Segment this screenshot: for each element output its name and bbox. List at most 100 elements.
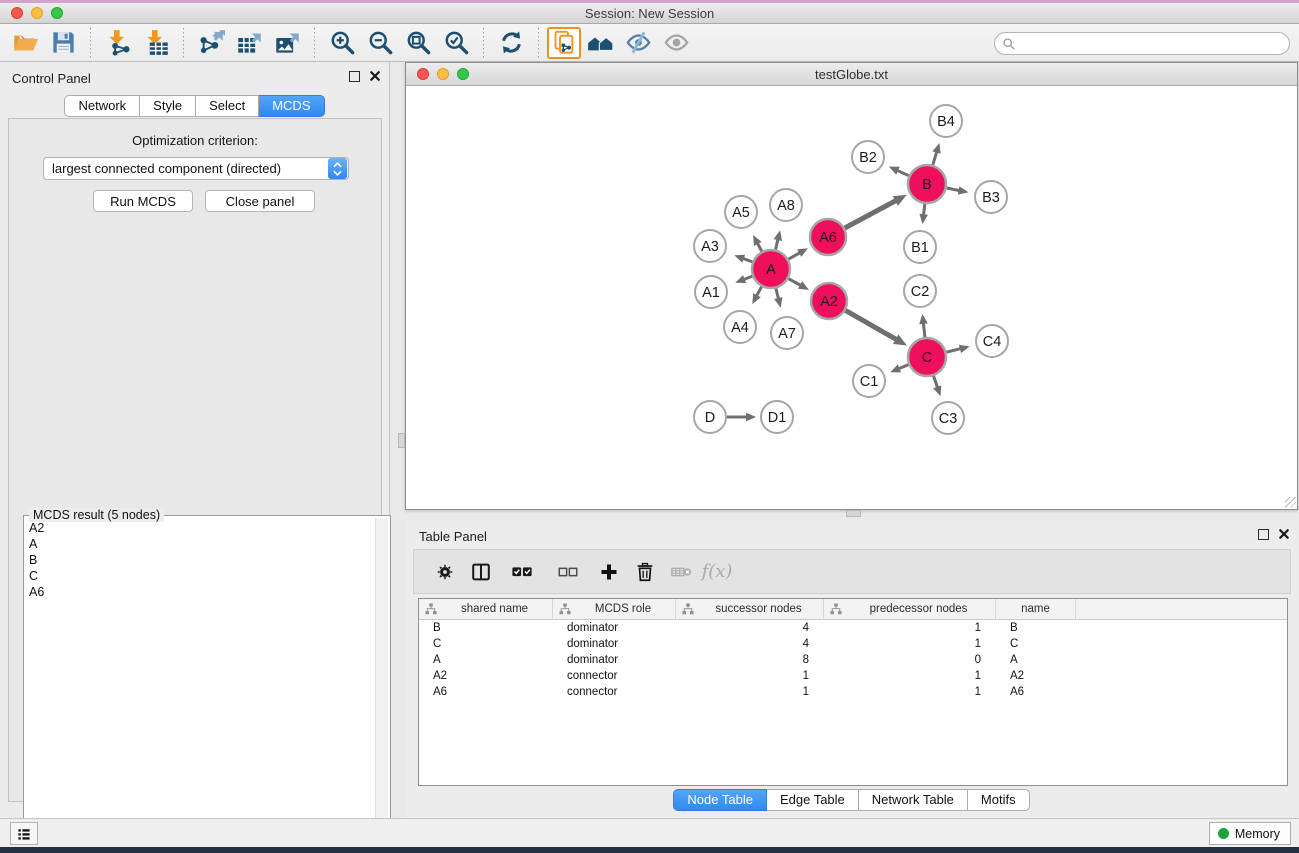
- graph-edge-A-A5[interactable]: [753, 235, 762, 251]
- column-header-successor-nodes[interactable]: successor nodes: [676, 599, 824, 619]
- table-cell[interactable]: connector: [553, 670, 676, 682]
- graph-node-A7[interactable]: A7: [771, 317, 803, 349]
- graph-node-A1[interactable]: A1: [695, 276, 727, 308]
- tab-style[interactable]: Style: [140, 95, 196, 117]
- tab-motifs[interactable]: Motifs: [968, 789, 1030, 811]
- table-cell[interactable]: A2: [419, 670, 553, 682]
- table-row[interactable]: A6connector11A6: [419, 684, 1287, 700]
- table-cell[interactable]: A: [996, 654, 1076, 666]
- columns-button[interactable]: [463, 555, 499, 589]
- table-cell[interactable]: A2: [996, 670, 1076, 682]
- close-table-panel-icon[interactable]: [1278, 528, 1290, 540]
- graph-edge-A-A6[interactable]: [788, 248, 808, 259]
- graph-edge-B-B4[interactable]: [932, 143, 940, 165]
- zoom-selected-button[interactable]: [437, 27, 475, 59]
- home-button[interactable]: [581, 27, 619, 59]
- table-cell[interactable]: connector: [553, 686, 676, 698]
- table-cell[interactable]: 8: [676, 654, 824, 666]
- float-panel-icon[interactable]: [349, 71, 360, 82]
- table-cell[interactable]: dominator: [553, 654, 676, 666]
- deselect-all-button[interactable]: [545, 555, 591, 589]
- graph-node-A2[interactable]: A2: [811, 283, 847, 319]
- graph-edge-A-A7[interactable]: [774, 288, 782, 307]
- graph-edge-A-A2[interactable]: [789, 279, 809, 290]
- zoom-out-button[interactable]: [361, 27, 399, 59]
- graph-node-D[interactable]: D: [694, 401, 726, 433]
- column-header-predecessor-nodes[interactable]: predecessor nodes: [824, 599, 996, 619]
- graph-node-C3[interactable]: C3: [932, 402, 964, 434]
- import-table-button[interactable]: [137, 27, 175, 59]
- graph-edge-C-C2[interactable]: [919, 314, 928, 337]
- graph-node-B2[interactable]: B2: [852, 141, 884, 173]
- column-header-name[interactable]: name: [996, 599, 1076, 619]
- zoom-fit-button[interactable]: [399, 27, 437, 59]
- graph-node-C4[interactable]: C4: [976, 325, 1008, 357]
- open-folder-button[interactable]: [6, 27, 44, 59]
- save-button[interactable]: [44, 27, 82, 59]
- select-all-button[interactable]: [499, 555, 545, 589]
- search-input[interactable]: [1016, 35, 1289, 53]
- mcds-result-item[interactable]: C: [26, 568, 374, 584]
- tab-network[interactable]: Network: [64, 95, 140, 117]
- table-cell[interactable]: 0: [824, 654, 996, 666]
- table-cell[interactable]: 1: [824, 670, 996, 682]
- pane-divider-handle[interactable]: [398, 433, 405, 448]
- table-row[interactable]: Cdominator41C: [419, 636, 1287, 652]
- graph-edge-A-A8[interactable]: [774, 230, 782, 249]
- network-canvas[interactable]: B4B2BB3A8A5A6B1A3AA1C2A2A4A7C4CC1C3DD1: [406, 86, 1297, 509]
- graph-edge-C-C1[interactable]: [890, 364, 908, 372]
- zoom-in-button[interactable]: [323, 27, 361, 59]
- graph-edge-A-A1[interactable]: [735, 275, 752, 283]
- column-header-MCDS-role[interactable]: MCDS role: [553, 599, 676, 619]
- graph-node-A8[interactable]: A8: [770, 189, 802, 221]
- table-cell[interactable]: 1: [824, 686, 996, 698]
- table-cell[interactable]: dominator: [553, 622, 676, 634]
- export-image-button[interactable]: [268, 27, 306, 59]
- graph-edge-B-B2[interactable]: [889, 167, 909, 176]
- gear-button[interactable]: [427, 555, 463, 589]
- graph-node-A6[interactable]: A6: [810, 219, 846, 255]
- graph-node-D1[interactable]: D1: [761, 401, 793, 433]
- memory-button[interactable]: Memory: [1209, 822, 1291, 845]
- graph-edge-A-A4[interactable]: [752, 287, 761, 305]
- refresh-button[interactable]: [492, 27, 530, 59]
- graph-edge-D-D1[interactable]: [727, 413, 756, 422]
- table-cell[interactable]: A: [419, 654, 553, 666]
- graph-node-C[interactable]: C: [908, 338, 946, 376]
- close-panel-button[interactable]: Close panel: [205, 190, 315, 212]
- table-cell[interactable]: B: [996, 622, 1076, 634]
- table-cell[interactable]: C: [419, 638, 553, 650]
- hide-selected-button[interactable]: [619, 27, 657, 59]
- table-cell[interactable]: 1: [824, 622, 996, 634]
- network-from-selection-button[interactable]: [547, 27, 581, 59]
- graph-node-A5[interactable]: A5: [725, 196, 757, 228]
- criterion-select[interactable]: largest connected component (directed): [43, 157, 349, 180]
- graph-node-A[interactable]: A: [752, 250, 790, 288]
- float-table-panel-icon[interactable]: [1258, 529, 1269, 540]
- table-row[interactable]: Adominator80A: [419, 652, 1287, 668]
- mcds-result-item[interactable]: A: [26, 536, 374, 552]
- graph-edge-B-B3[interactable]: [947, 186, 969, 194]
- tab-select[interactable]: Select: [196, 95, 259, 117]
- export-table-button[interactable]: [230, 27, 268, 59]
- run-mcds-button[interactable]: Run MCDS: [93, 190, 193, 212]
- graph-node-B4[interactable]: B4: [930, 105, 962, 137]
- table-cell[interactable]: dominator: [553, 638, 676, 650]
- graph-node-B[interactable]: B: [908, 165, 946, 203]
- graph-edge-C-C4[interactable]: [946, 345, 969, 353]
- table-cell[interactable]: 4: [676, 638, 824, 650]
- graph-node-C2[interactable]: C2: [904, 275, 936, 307]
- table-cell[interactable]: A6: [996, 686, 1076, 698]
- mcds-result-item[interactable]: B: [26, 552, 374, 568]
- table-cell[interactable]: 1: [676, 686, 824, 698]
- table-row[interactable]: A2connector11A2: [419, 668, 1287, 684]
- graph-edge-A2-C[interactable]: [846, 310, 908, 345]
- mcds-result-item[interactable]: A2: [26, 520, 374, 536]
- graph-node-A4[interactable]: A4: [724, 311, 756, 343]
- export-network-button[interactable]: [192, 27, 230, 59]
- pane-divider-handle[interactable]: [846, 510, 861, 517]
- graph-node-B1[interactable]: B1: [904, 231, 936, 263]
- tab-mcds[interactable]: MCDS: [259, 95, 324, 117]
- table-cell[interactable]: 1: [676, 670, 824, 682]
- task-history-button[interactable]: [10, 822, 38, 845]
